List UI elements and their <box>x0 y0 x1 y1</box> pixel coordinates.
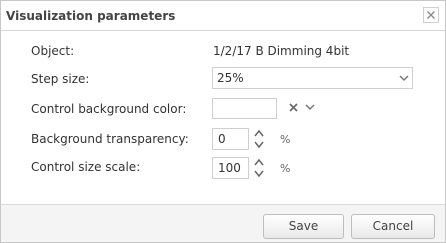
object-value: 1/2/17 B Dimming 4bit <box>213 44 350 58</box>
chevron-down-icon[interactable] <box>305 103 315 111</box>
size-scale-unit: % <box>280 162 291 175</box>
bg-color-field[interactable] <box>212 98 277 119</box>
step-size-select[interactable]: 25% <box>212 67 413 89</box>
bg-transparency-input[interactable]: 0 <box>212 128 249 150</box>
close-icon <box>427 11 435 19</box>
bg-transparency-unit: % <box>280 133 291 146</box>
spinner-icon[interactable] <box>253 157 265 179</box>
bg-color-label: Control background color: <box>31 102 187 116</box>
clear-x-icon[interactable] <box>288 102 299 113</box>
dialog-footer: Save Cancel <box>1 204 445 242</box>
spinner-icon[interactable] <box>253 128 265 150</box>
size-scale-value: 100 <box>218 161 241 175</box>
cancel-button[interactable]: Cancel <box>351 214 435 239</box>
size-scale-input[interactable]: 100 <box>212 157 249 179</box>
bg-transparency-value: 0 <box>218 132 226 146</box>
save-button[interactable]: Save <box>263 214 344 239</box>
object-label: Object: <box>31 44 75 58</box>
dialog-title: Visualization parameters <box>6 9 176 23</box>
close-button[interactable] <box>423 7 439 23</box>
size-scale-label: Control size scale: <box>31 160 141 174</box>
dialog-titlebar: Visualization parameters <box>1 1 445 31</box>
bg-transparency-label: Background transparency: <box>31 132 189 146</box>
step-size-label: Step size: <box>31 72 90 86</box>
step-size-value: 25% <box>217 71 244 85</box>
chevron-down-icon <box>399 75 409 82</box>
visualization-parameters-dialog: Visualization parameters Object: 1/2/17 … <box>0 0 446 243</box>
